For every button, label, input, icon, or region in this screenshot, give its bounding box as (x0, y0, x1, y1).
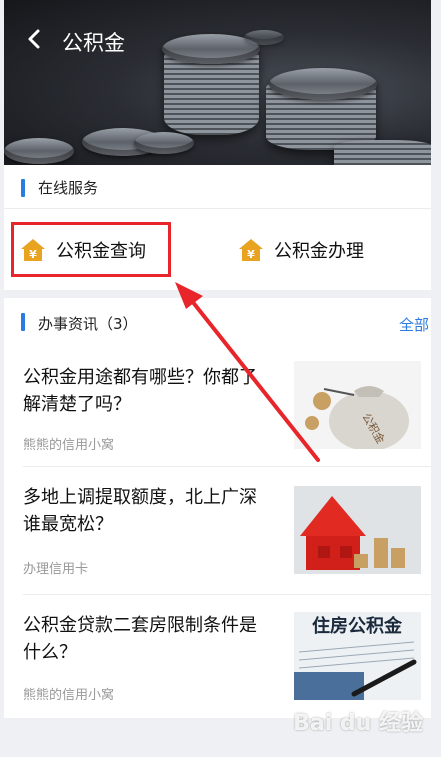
watermark: Bai du 经验 (293, 711, 423, 736)
annotation-arrow (175, 282, 320, 462)
